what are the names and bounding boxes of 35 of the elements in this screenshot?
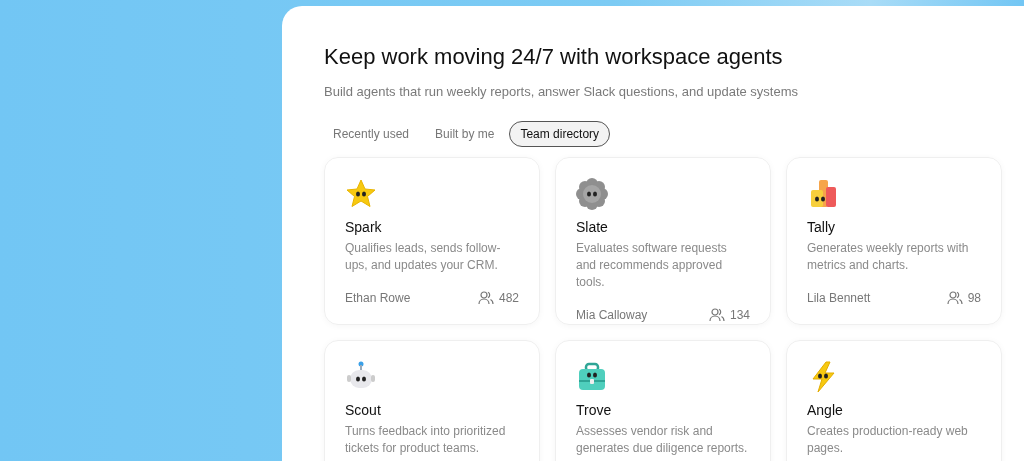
page-subtitle: Build agents that run weekly reports, answer Slack questions, and update systems — [324, 84, 800, 99]
filter-tab[interactable]: Team directory — [509, 121, 611, 147]
agent-description: Assesses vendor risk and generates due diligence reports. — [576, 423, 749, 457]
agent-owner: Ethan Rowe — [345, 291, 411, 305]
mascot-icon — [576, 178, 608, 210]
user-count: 134 — [729, 308, 750, 322]
agent-card[interactable]: Slate Evaluates software requests and recommends approved tools. Mia Calloway 134 — [555, 157, 771, 325]
agent-card[interactable]: Tally Generates weekly reports with metrics and charts. Lila Bennett 98 — [786, 157, 1002, 325]
people-icon — [708, 308, 725, 322]
agent-description: Qualifies leads, sends follow-ups, and updates your CRM. — [345, 240, 502, 274]
agent-name: Scout — [345, 402, 382, 418]
mascot-icon — [345, 178, 377, 210]
agent-description: Evaluates software requests and recommends approved tools. — [576, 240, 728, 291]
agent-name: Tally — [807, 219, 836, 235]
agent-card[interactable]: Scout Turns feedback into prioritized tickets for product teams. — [324, 340, 540, 461]
agent-name: Spark — [345, 219, 383, 235]
people-icon — [477, 291, 494, 305]
agent-card[interactable]: Spark Qualifies leads, sends follow-ups, and updates your CRM. Ethan Rowe 482 — [324, 157, 540, 325]
user-count: 482 — [498, 291, 519, 305]
people-icon — [946, 291, 963, 305]
agent-name: Slate — [576, 219, 609, 235]
agent-card[interactable]: Angle Creates production-ready web pages. — [786, 340, 1002, 461]
page-title: Keep work moving 24/7 with workspace agents — [324, 44, 784, 70]
agent-name: Angle — [807, 402, 844, 418]
filter-tab[interactable]: Built by me — [424, 121, 506, 147]
agent-card[interactable]: Trove Assesses vendor risk and generates due diligence reports. — [555, 340, 771, 461]
agent-description: Generates weekly reports with metrics and charts. — [807, 240, 970, 274]
filter-tab[interactable]: Recently used — [322, 121, 421, 147]
mascot-icon — [576, 361, 608, 393]
agent-name: Trove — [576, 402, 613, 418]
user-count: 98 — [967, 291, 981, 305]
agent-description: Creates production-ready web pages. — [807, 423, 969, 457]
agent-owner: Lila Bennett — [807, 291, 871, 305]
agent-owner: Mia Calloway — [576, 308, 648, 322]
agent-description: Turns feedback into prioritized tickets for product teams. — [345, 423, 507, 457]
